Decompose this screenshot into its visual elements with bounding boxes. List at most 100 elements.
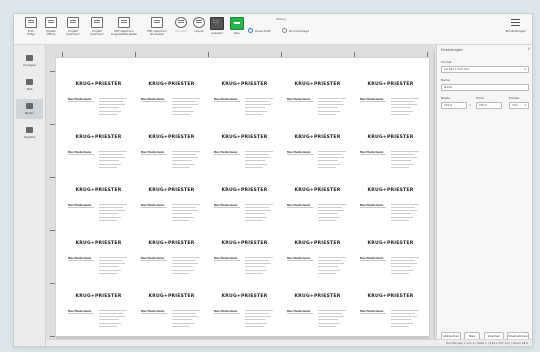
pdf-selected-button[interactable]: PDF speichern ausgewählte Seiten: [109, 17, 139, 43]
print-sheet[interactable]: KRUG+PRIESTER Max Mustermann KRUG+PRIESTER…: [50, 52, 429, 337]
name-input[interactable]: Name: [441, 84, 529, 91]
business-card[interactable]: KRUG+PRIESTER Max Mustermann: [138, 127, 205, 173]
business-card[interactable]: KRUG+PRIESTER Max Mustermann: [357, 74, 424, 120]
business-card[interactable]: KRUG+PRIESTER Max Mustermann: [211, 286, 278, 332]
card-contact-line: [391, 157, 417, 158]
card-contact-line: [391, 260, 415, 261]
settings-menu-button[interactable]: Einstellungen: [506, 19, 526, 33]
business-card[interactable]: KRUG+PRIESTER Max Mustermann: [138, 180, 205, 226]
card-logo: KRUG+PRIESTER: [221, 294, 268, 299]
card-contact-line: [172, 217, 194, 218]
crop-mark: [427, 52, 428, 57]
card-logo: KRUG+PRIESTER: [221, 241, 268, 246]
card-logo: KRUG+PRIESTER: [294, 294, 341, 299]
card-contact-line: [172, 101, 196, 102]
card-contact-line: [99, 101, 123, 102]
card-job-title: [141, 154, 167, 155]
business-card[interactable]: KRUG+PRIESTER Max Mustermann: [65, 180, 132, 226]
card-contact-line: [245, 101, 269, 102]
sidebar-item-templates[interactable]: Vorlagen: [16, 51, 43, 71]
card-contact-line: [391, 167, 409, 168]
business-card[interactable]: KRUG+PRIESTER Max Mustermann: [211, 233, 278, 279]
business-card[interactable]: KRUG+PRIESTER Max Mustermann: [357, 180, 424, 226]
app-window: Erst- Edtgs Projekt Öffnen Projekt Speic…: [14, 14, 532, 346]
business-card[interactable]: KRUG+PRIESTER Max Mustermann: [357, 286, 424, 332]
card-contact-line: [99, 157, 125, 158]
business-card[interactable]: KRUG+PRIESTER Max Mustermann: [65, 286, 132, 332]
business-card[interactable]: KRUG+PRIESTER Max Mustermann: [138, 286, 205, 332]
unit-select[interactable]: mm ▾: [509, 102, 529, 109]
card-contact-line: [99, 273, 117, 274]
card-contact-line: [318, 263, 344, 264]
business-card[interactable]: KRUG+PRIESTER Max Mustermann: [138, 233, 205, 279]
card-contact-line: [245, 323, 267, 324]
pdf-export-all-icon: [151, 17, 163, 28]
card-logo: KRUG+PRIESTER: [75, 188, 122, 193]
chevron-down-icon: ▾: [524, 67, 526, 71]
image-icon: [26, 103, 33, 109]
height-value: 297,0: [479, 103, 488, 107]
business-card[interactable]: KRUG+PRIESTER Max Mustermann: [65, 74, 132, 120]
crop-mark: [50, 71, 55, 72]
card-job-title: [68, 260, 94, 261]
card-contact-line: [391, 101, 415, 102]
business-card[interactable]: KRUG+PRIESTER Max Mustermann: [284, 233, 351, 279]
card-contact-line: [172, 310, 200, 311]
radio-unselected-icon: [282, 28, 287, 33]
card-contact-line: [391, 319, 411, 320]
card-contact-line: [172, 98, 200, 99]
business-card[interactable]: KRUG+PRIESTER Max Mustermann: [65, 233, 132, 279]
chevron-down-icon: ▾: [524, 103, 526, 107]
name-value: Name: [444, 85, 453, 89]
format-select[interactable]: A4 297 x 210 mm ▾: [441, 66, 529, 73]
card-contact-line: [318, 217, 340, 218]
templates-icon: [26, 55, 33, 61]
card-job-title: [214, 313, 240, 314]
radio-ausschnitt[interactable]: Ausschnitt: [248, 28, 271, 33]
sidebar-item-text[interactable]: Text: [16, 75, 43, 95]
card-contact-line: [172, 160, 192, 161]
save-as-button[interactable]: Projekt Speichern: [82, 17, 112, 43]
business-card[interactable]: KRUG+PRIESTER Max Mustermann: [284, 286, 351, 332]
card-contact-line: [318, 220, 336, 221]
vertical-scrollbar[interactable]: [433, 51, 435, 341]
card-contact-line: [99, 213, 119, 214]
crop-mark: [50, 336, 55, 337]
height-label: Höhe: [476, 96, 484, 100]
business-card[interactable]: KRUG+PRIESTER Max Mustermann: [65, 127, 132, 173]
business-card[interactable]: KRUG+PRIESTER Max Mustermann: [211, 127, 278, 173]
business-card[interactable]: KRUG+PRIESTER Max Mustermann: [284, 74, 351, 120]
card-job-title: [360, 154, 386, 155]
card-contact-line: [318, 260, 342, 261]
card-job-title: [68, 207, 94, 208]
radio-druckvorlage[interactable]: Druckvorlage: [282, 28, 309, 33]
business-card[interactable]: KRUG+PRIESTER Max Mustermann: [211, 180, 278, 226]
card-job-title: [214, 154, 240, 155]
save-as-label: Projekt Speichern: [90, 29, 104, 37]
sidebar-item-objects[interactable]: Objekte: [16, 123, 43, 143]
card-contact-line: [245, 114, 263, 115]
card-logo: KRUG+PRIESTER: [294, 241, 341, 246]
card-contact-line: [172, 114, 190, 115]
mode-group-title: Modus: [276, 17, 286, 21]
card-logo: KRUG+PRIESTER: [148, 241, 195, 246]
print-canvas[interactable]: KRUG+PRIESTER Max Mustermann KRUG+PRIESTER…: [46, 45, 436, 346]
card-contact-line: [172, 154, 196, 155]
card-contact-line: [391, 220, 409, 221]
sidebar-item-images[interactable]: Bilder: [16, 99, 43, 119]
business-card[interactable]: KRUG+PRIESTER Max Mustermann: [138, 74, 205, 120]
close-icon[interactable]: X: [528, 47, 530, 51]
width-input[interactable]: 210,0: [441, 102, 467, 109]
card-logo: KRUG+PRIESTER: [75, 82, 122, 87]
height-input[interactable]: 297,0: [476, 102, 502, 109]
business-card[interactable]: KRUG+PRIESTER Max Mustermann: [357, 127, 424, 173]
card-contact-line: [245, 151, 273, 152]
card-logo: KRUG+PRIESTER: [294, 82, 341, 87]
card-contact-line: [391, 270, 413, 271]
business-card[interactable]: KRUG+PRIESTER Max Mustermann: [284, 127, 351, 173]
business-card[interactable]: KRUG+PRIESTER Max Mustermann: [284, 180, 351, 226]
card-contact-line: [318, 98, 346, 99]
card-contact-line: [245, 104, 271, 105]
business-card[interactable]: KRUG+PRIESTER Max Mustermann: [211, 74, 278, 120]
business-card[interactable]: KRUG+PRIESTER Max Mustermann: [357, 233, 424, 279]
